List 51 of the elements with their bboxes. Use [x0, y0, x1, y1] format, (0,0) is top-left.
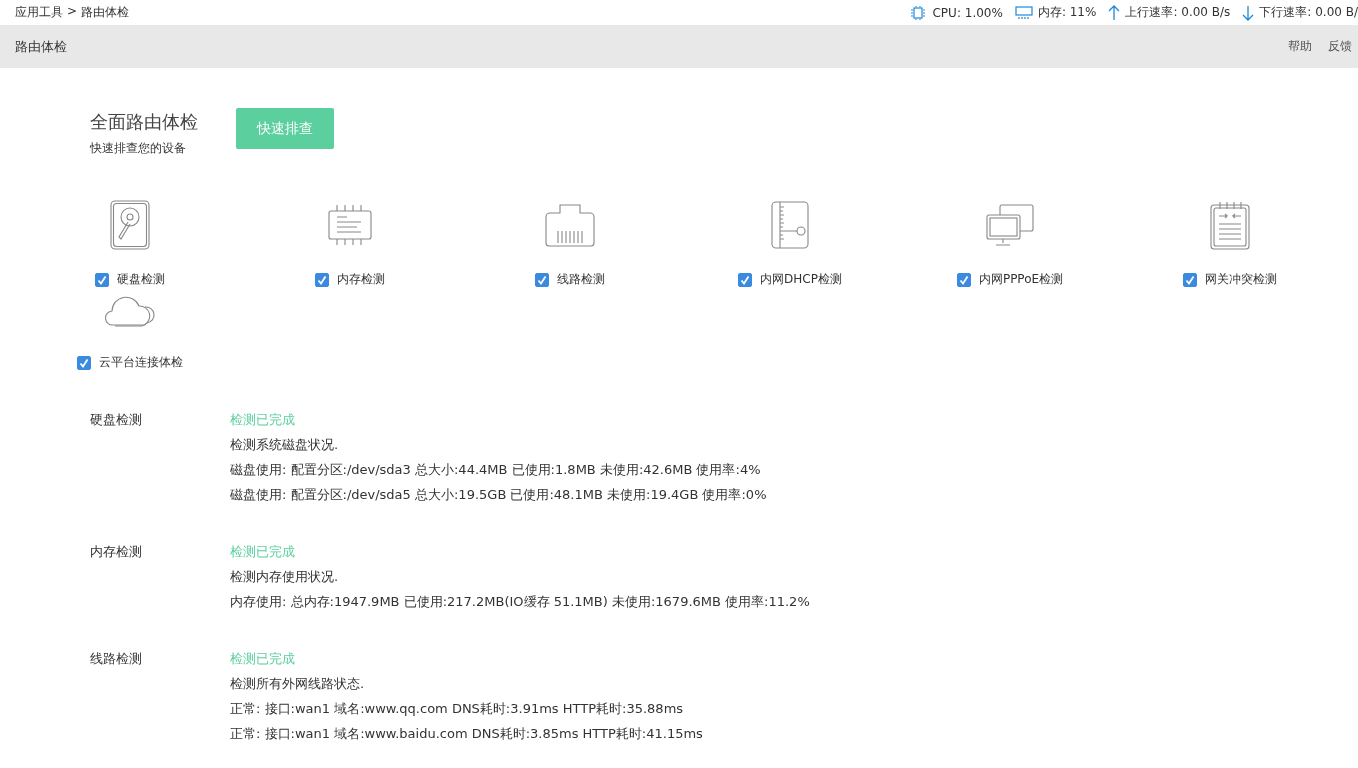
result-status: 检测已完成	[230, 411, 296, 429]
breadcrumb-separator: >	[67, 4, 78, 20]
section-subtitle: 快速排查您的设备	[90, 140, 187, 157]
header-link[interactable]: 反馈	[1328, 38, 1352, 55]
page-title: 路由体检	[15, 37, 67, 56]
checkbox[interactable]	[1183, 272, 1197, 287]
result-line: 正常: 接口:wan1 域名:www.qq.com DNS耗时:3.91ms HTTP耗时:35.88ms	[230, 700, 685, 718]
checkbox[interactable]	[956, 272, 971, 287]
arrow-down-icon	[1242, 4, 1255, 21]
result-status: 检测已完成	[230, 650, 296, 668]
status-reading: CPU: 1.00%	[932, 5, 1003, 20]
checkbox[interactable]	[738, 272, 753, 287]
breadcrumb-item[interactable]: 应用工具	[15, 4, 63, 21]
status-reading: 上行速率: 0.00 B/s	[1125, 4, 1231, 21]
hard-disk-icon	[110, 200, 150, 250]
status-reading: 下行速率: 0.00 B/	[1259, 4, 1358, 21]
network-port-icon	[545, 203, 595, 247]
checkbox-label: 内存检测	[337, 271, 385, 288]
checkbox-label: 网关冲突检测	[1205, 271, 1277, 288]
result-status: 检测已完成	[230, 543, 296, 561]
result-name: 硬盘检测	[90, 411, 143, 429]
memory-chip-icon	[327, 202, 373, 248]
checkbox-label: 线路检测	[557, 271, 605, 288]
cloud-icon	[105, 294, 155, 328]
result-line: 磁盘使用: 配置分区:/dev/sda5 总大小:19.5GB 已使用:48.1MB 未使用:19.4GB 使用率:0%	[230, 486, 767, 504]
result-line: 正常: 接口:wan1 域名:www.baidu.com DNS耗时:3.85ms HTTP耗时:41.15ms	[230, 725, 703, 743]
arrow-up-icon	[1108, 4, 1121, 21]
result-line: 内存使用: 总内存:1947.9MB 已使用:217.2MB(IO缓存 51.1MB) 未使用:1679.6MB 使用率:11.2%	[230, 593, 810, 611]
breadcrumb-item: 路由体检	[81, 4, 130, 21]
header-link[interactable]: 帮助	[1288, 38, 1312, 55]
status-reading: 内存: 11%	[1037, 4, 1097, 21]
checkbox-label: 硬盘检测	[117, 271, 165, 288]
checkbox-label: 云平台连接体检	[99, 354, 183, 371]
notepad-icon	[1210, 200, 1250, 250]
checkbox[interactable]	[315, 272, 329, 287]
result-name: 线路检测	[90, 650, 143, 668]
result-line: 检测系统磁盘状况.	[230, 436, 340, 454]
result-line: 磁盘使用: 配置分区:/dev/sda3 总大小:44.4MB 已使用:1.8MB 未使用:42.6MB 使用率:4%	[230, 461, 762, 479]
result-name: 内存检测	[90, 543, 143, 561]
checkbox[interactable]	[95, 272, 109, 287]
monitor-icon	[1014, 5, 1033, 20]
monitors-icon	[985, 203, 1035, 247]
checkbox-label: 内网DHCP检测	[760, 271, 842, 288]
section-title: 全面路由体检	[90, 110, 198, 134]
gauge-panel-icon	[771, 201, 809, 249]
result-line: 检测内存使用状况.	[230, 568, 340, 586]
checkbox-label: 内网PPPoE检测	[978, 271, 1064, 288]
checkbox[interactable]	[77, 355, 91, 370]
cpu-icon	[909, 4, 928, 21]
result-line: 检测所有外网线路状态.	[230, 675, 366, 693]
checkbox[interactable]	[535, 272, 549, 287]
